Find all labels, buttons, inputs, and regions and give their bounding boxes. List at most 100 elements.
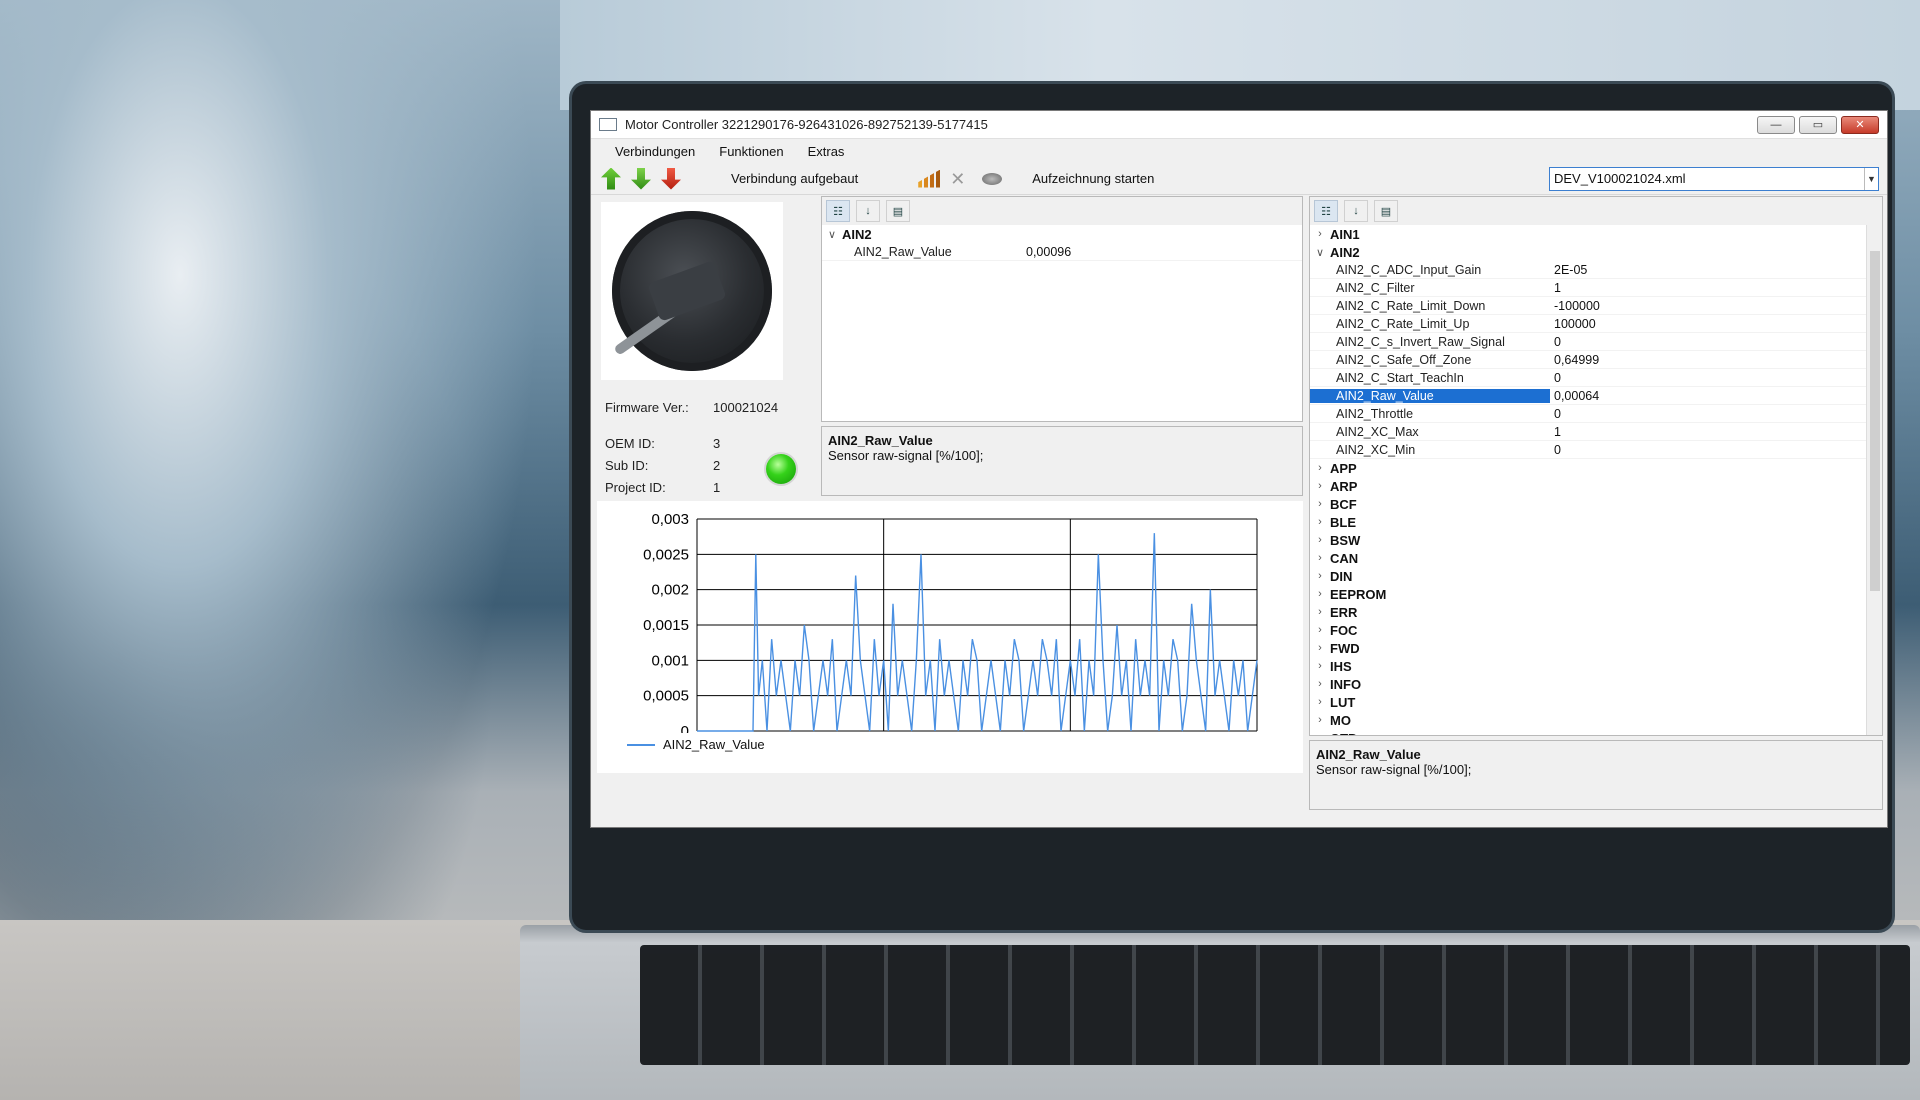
chevron-right-icon[interactable]: › (1310, 570, 1330, 582)
right-category-label: ERR (1330, 604, 1358, 620)
right-prop-value[interactable]: 2E-05 (1550, 263, 1587, 277)
chevron-right-icon[interactable]: › (1310, 588, 1330, 600)
scrollbar-thumb[interactable] (1870, 251, 1880, 591)
chevron-down-icon[interactable]: ▼ (1864, 167, 1878, 190)
right-prop-row[interactable]: AIN2_C_Filter 1 (1310, 279, 1882, 297)
right-category-ain2[interactable]: ∨ AIN2 (1310, 243, 1882, 261)
right-category-row[interactable]: › DIN (1310, 567, 1882, 585)
chevron-right-icon[interactable]: › (1310, 660, 1330, 672)
chevron-right-icon[interactable]: › (1310, 606, 1330, 618)
firmware-info: Firmware Ver.: 100021024 (605, 396, 778, 418)
middle-prop-row[interactable]: AIN2_Raw_Value 0,00096 (822, 243, 1302, 261)
middle-prop-value[interactable]: 0,00096 (1022, 245, 1071, 259)
right-prop-row[interactable]: AIN2_Raw_Value 0,00064 (1310, 387, 1882, 405)
right-prop-value[interactable]: 100000 (1550, 317, 1596, 331)
chevron-right-icon[interactable]: › (1310, 498, 1330, 510)
right-prop-value[interactable]: 1 (1550, 281, 1561, 295)
right-prop-value[interactable]: 0 (1550, 335, 1561, 349)
right-category-row[interactable]: › LUT (1310, 693, 1882, 711)
chevron-right-icon[interactable]: › (1310, 480, 1330, 492)
menu-extras[interactable]: Extras (808, 144, 845, 159)
right-prop-row[interactable]: AIN2_C_Rate_Limit_Up 100000 (1310, 315, 1882, 333)
sub-id-value: 2 (713, 457, 721, 473)
project-id-value: 1 (713, 479, 721, 495)
chevron-right-icon[interactable]: › (1310, 642, 1330, 654)
right-category-row[interactable]: › FOC (1310, 621, 1882, 639)
right-description-text: Sensor raw-signal [%/100]; (1316, 762, 1472, 777)
right-prop-row[interactable]: AIN2_C_Rate_Limit_Down -100000 (1310, 297, 1882, 315)
right-prop-row[interactable]: AIN2_C_Start_TeachIn 0 (1310, 369, 1882, 387)
record-start-button[interactable]: Aufzeichnung starten (1032, 171, 1154, 186)
right-prop-name: AIN2_C_Filter (1336, 280, 1415, 295)
right-category-row[interactable]: › BSW (1310, 531, 1882, 549)
signal-bars-icon[interactable] (918, 169, 941, 188)
disk-icon[interactable] (982, 172, 1003, 185)
project-id-label: Project ID: (605, 479, 666, 495)
middle-property-grid: ☷ ↓ ▤ ∨ AIN2 AIN2_Raw_Value 0,00096 (821, 196, 1303, 422)
right-prop-row[interactable]: AIN2_Throttle 0 (1310, 405, 1882, 423)
right-prop-value[interactable]: 0,64999 (1550, 353, 1599, 367)
maximize-button[interactable]: ▭ (1799, 115, 1837, 134)
right-category-row[interactable]: › OTP (1310, 729, 1882, 736)
categorized-view-icon[interactable]: ☷ (826, 200, 850, 222)
chevron-right-icon[interactable]: › (1310, 228, 1330, 240)
right-prop-value[interactable]: 0 (1550, 371, 1561, 385)
right-category-row[interactable]: › EEPROM (1310, 585, 1882, 603)
chevron-right-icon[interactable]: › (1310, 552, 1330, 564)
sort-alpha-icon[interactable]: ↓ (856, 200, 880, 222)
chevron-right-icon[interactable]: › (1310, 534, 1330, 546)
close-button[interactable]: ✕ (1841, 115, 1879, 134)
middle-category-ain2[interactable]: ∨ AIN2 (822, 225, 1302, 243)
right-prop-value[interactable]: 0 (1550, 407, 1561, 421)
chevron-down-icon[interactable]: ∨ (822, 228, 842, 241)
series-line-ain2-raw-value (697, 533, 1258, 732)
right-category-row[interactable]: › INFO (1310, 675, 1882, 693)
right-category-row[interactable]: › FWD (1310, 639, 1882, 657)
right-category-label: LUT (1330, 694, 1356, 710)
right-category-row[interactable]: › CAN (1310, 549, 1882, 567)
right-prop-value[interactable]: 1 (1550, 425, 1561, 439)
right-grid-scrollbar[interactable] (1866, 225, 1882, 735)
menu-funktionen[interactable]: Funktionen (719, 144, 783, 159)
right-prop-row[interactable]: AIN2_C_s_Invert_Raw_Signal 0 (1310, 333, 1882, 351)
right-category-row[interactable]: › IHS (1310, 657, 1882, 675)
property-pages-icon[interactable]: ▤ (886, 200, 910, 222)
right-prop-value[interactable]: 0 (1550, 443, 1561, 457)
right-category-row[interactable]: › MO (1310, 711, 1882, 729)
right-prop-value[interactable]: 0,00064 (1550, 389, 1599, 403)
chevron-right-icon[interactable]: › (1310, 696, 1330, 708)
chevron-right-icon[interactable]: › (1310, 462, 1330, 474)
minimize-button[interactable]: — (1757, 115, 1795, 134)
chevron-right-icon[interactable]: › (1310, 516, 1330, 528)
middle-category-label: AIN2 (842, 226, 872, 242)
right-category-row[interactable]: › BCF (1310, 495, 1882, 513)
right-category-label: INFO (1330, 676, 1362, 692)
chevron-right-icon[interactable]: › (1310, 714, 1330, 726)
sort-alpha-icon[interactable]: ↓ (1344, 200, 1368, 222)
config-file-value: DEV_V100021024.xml (1554, 171, 1686, 186)
property-pages-icon[interactable]: ▤ (1374, 200, 1398, 222)
chevron-down-icon[interactable]: ∨ (1310, 246, 1330, 259)
right-category-row[interactable]: › ERR (1310, 603, 1882, 621)
right-prop-row[interactable]: AIN2_C_Safe_Off_Zone 0,64999 (1310, 351, 1882, 369)
right-prop-row[interactable]: AIN2_XC_Min 0 (1310, 441, 1882, 459)
right-category-label: CAN (1330, 550, 1359, 566)
right-category-row[interactable]: › APP (1310, 459, 1882, 477)
right-prop-value[interactable]: -100000 (1550, 299, 1600, 313)
cross-icon[interactable]: ✕ (950, 170, 972, 188)
disconnect-arrow-icon[interactable] (661, 167, 681, 190)
categorized-view-icon[interactable]: ☷ (1314, 200, 1338, 222)
right-category-row[interactable]: › BLE (1310, 513, 1882, 531)
right-prop-row[interactable]: AIN2_XC_Max 1 (1310, 423, 1882, 441)
chevron-right-icon[interactable]: › (1310, 732, 1330, 735)
config-file-select[interactable]: DEV_V100021024.xml ▼ (1549, 166, 1879, 191)
right-category-row[interactable]: › AIN1 (1310, 225, 1882, 243)
y-tick-label: 0,0005 (643, 688, 689, 705)
chevron-right-icon[interactable]: › (1310, 624, 1330, 636)
right-prop-row[interactable]: AIN2_C_ADC_Input_Gain 2E-05 (1310, 261, 1882, 279)
menu-verbindungen[interactable]: Verbindungen (615, 144, 695, 159)
chevron-right-icon[interactable]: › (1310, 678, 1330, 690)
upload-arrow-icon[interactable] (601, 167, 621, 190)
download-arrow-icon[interactable] (631, 167, 651, 190)
right-category-row[interactable]: › ARP (1310, 477, 1882, 495)
